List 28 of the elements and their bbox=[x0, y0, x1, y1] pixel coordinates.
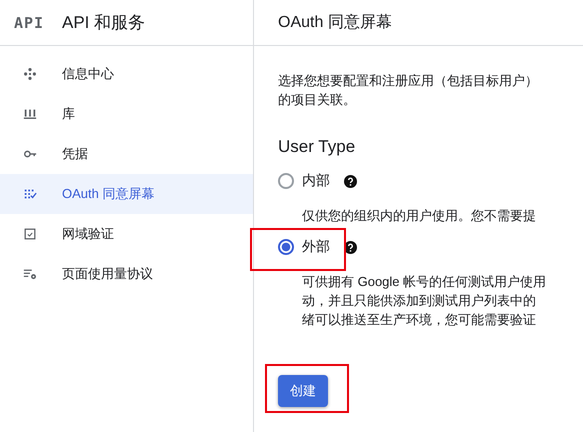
radio-label: 内部 bbox=[302, 172, 330, 190]
radio-label: 外部 bbox=[302, 238, 330, 256]
section-title: User Type bbox=[278, 137, 356, 158]
sidebar-item[interactable]: 网域验证 bbox=[0, 214, 253, 254]
library-icon bbox=[23, 107, 37, 121]
sidebar-item[interactable]: 页面使用量协议 bbox=[0, 254, 253, 294]
app-title: API 和服务 bbox=[62, 12, 146, 34]
checkbox-icon bbox=[23, 227, 37, 241]
page-title: OAuth 同意屏幕 bbox=[278, 12, 392, 33]
intro-text: 选择您想要配置和注册应用（包括目标用户） bbox=[278, 72, 539, 90]
create-button[interactable]: 创建 bbox=[278, 375, 328, 407]
sidebar-item[interactable]: 信息中心 bbox=[0, 54, 253, 94]
dashboard-icon bbox=[23, 67, 37, 81]
radio-button[interactable] bbox=[278, 173, 294, 189]
radio-button[interactable] bbox=[278, 239, 294, 255]
option-description: 绪可以推送至生产环境，您可能需要验证 bbox=[302, 311, 537, 329]
help-icon[interactable] bbox=[344, 240, 357, 254]
list-gear-icon bbox=[23, 267, 37, 281]
sidebar-item[interactable]: OAuth 同意屏幕 bbox=[0, 174, 253, 214]
help-icon[interactable] bbox=[344, 174, 357, 188]
option-description: 可供拥有 Google 帐号的任何测试用户使用 bbox=[302, 273, 548, 291]
sidebar-item[interactable]: 凭据 bbox=[0, 134, 253, 174]
sidebar-item[interactable]: 库 bbox=[0, 94, 253, 134]
option-description: 动，并且只能供添加到测试用户列表中的 bbox=[302, 292, 537, 310]
option-description: 仅供您的组织内的用户使用。您不需要提 bbox=[302, 207, 537, 225]
dotted-check-icon bbox=[23, 187, 37, 201]
api-logo: API bbox=[14, 14, 46, 32]
intro-text: 的项目关联。 bbox=[278, 91, 357, 109]
